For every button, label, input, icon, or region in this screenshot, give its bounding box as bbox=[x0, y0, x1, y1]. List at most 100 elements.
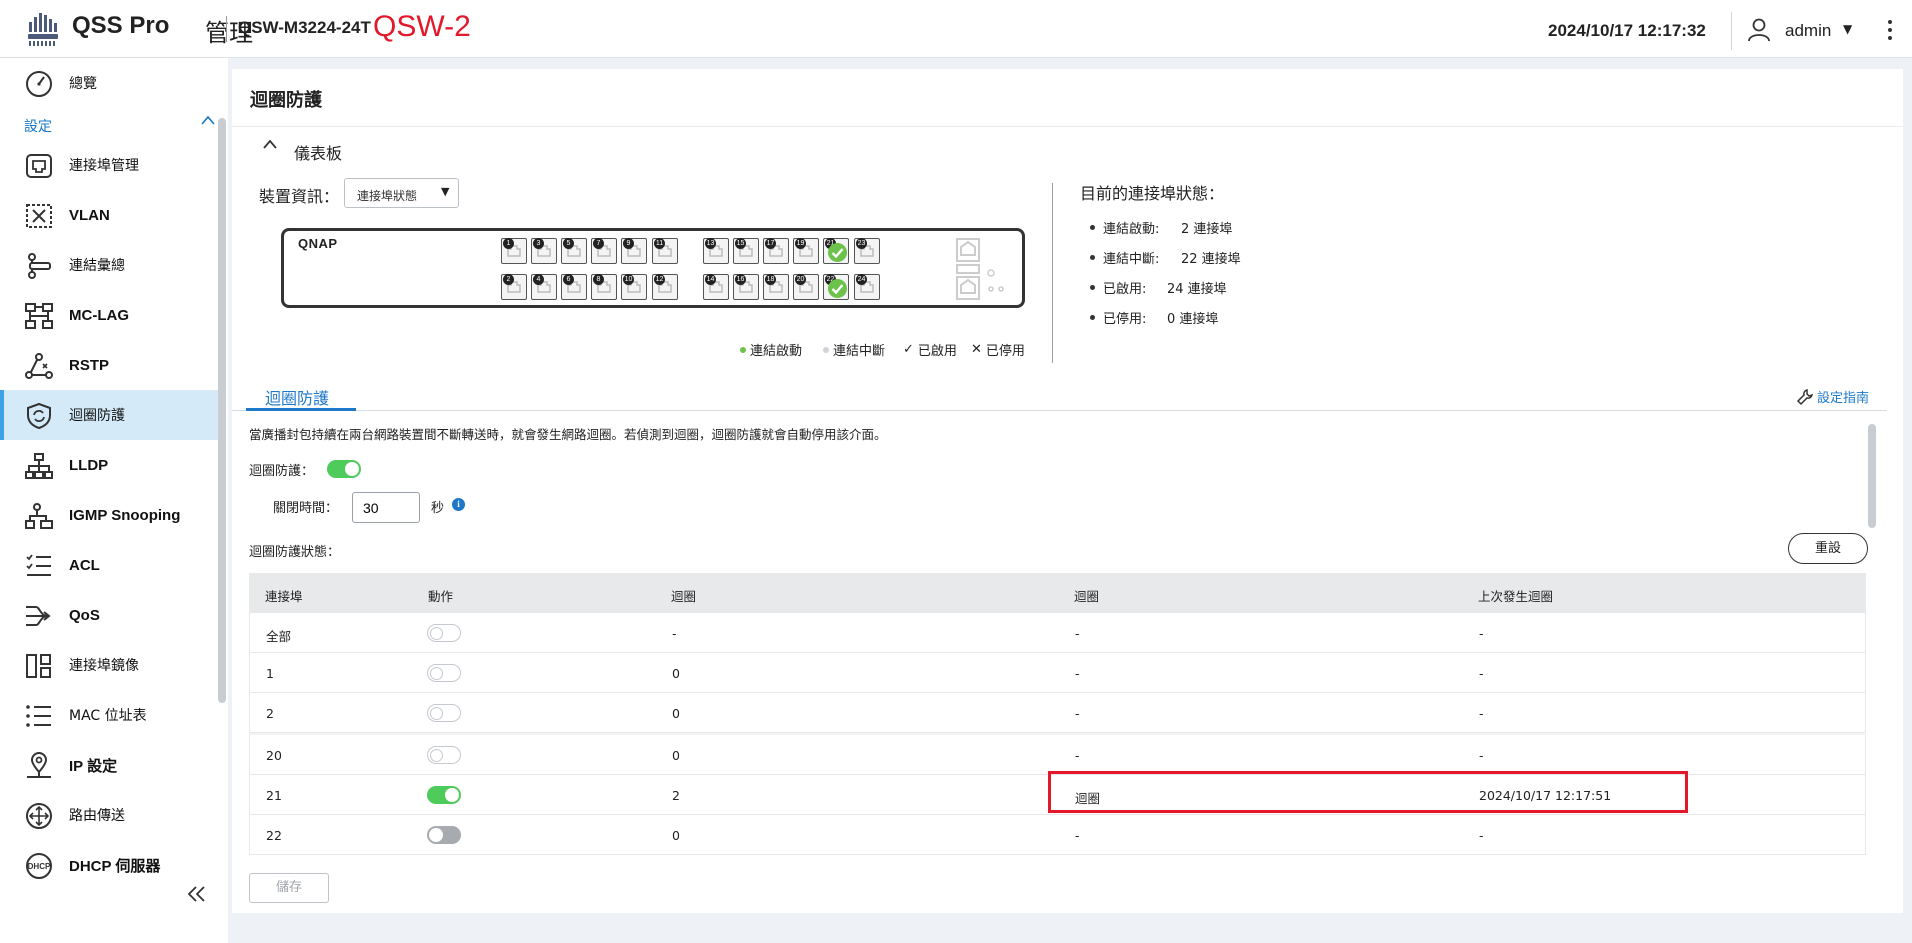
qos-icon bbox=[26, 606, 51, 626]
sidebar-item-routing[interactable]: 路由傳送 bbox=[0, 790, 218, 840]
sidebar-scrollbar[interactable] bbox=[218, 118, 226, 703]
switch-port-18[interactable]: 18 bbox=[763, 274, 789, 300]
device-info-select[interactable]: 連接埠狀態 ▼ bbox=[344, 178, 459, 208]
switch-port-15[interactable]: 15 bbox=[733, 238, 759, 264]
port-number: 24 bbox=[856, 274, 867, 285]
cell-loop: - bbox=[1075, 706, 1080, 721]
switch-port-20[interactable]: 20 bbox=[793, 274, 819, 300]
port-number: 20 bbox=[795, 274, 806, 285]
switch-port-4[interactable]: 4 bbox=[531, 274, 557, 300]
port-loop-protection-toggle[interactable] bbox=[427, 664, 461, 682]
switch-port-14[interactable]: 14 bbox=[703, 274, 729, 300]
switch-port-6[interactable]: 6 bbox=[561, 274, 587, 300]
column-header-loop: 迴圈 bbox=[1074, 589, 1100, 604]
mac-table-icon bbox=[26, 705, 51, 727]
collapse-sidebar-icon[interactable] bbox=[187, 885, 207, 903]
sidebar-section-settings[interactable]: 設定 bbox=[24, 116, 52, 136]
close-time-input[interactable] bbox=[352, 492, 420, 523]
sidebar-item-label: 連結彙總 bbox=[69, 258, 125, 274]
tab-loop-protection[interactable]: 迴圈防護 bbox=[265, 385, 329, 409]
acl-icon bbox=[26, 554, 51, 576]
port-loop-protection-toggle[interactable] bbox=[427, 624, 461, 642]
sidebar-item-link-aggregation[interactable]: 連結彙總 bbox=[0, 240, 218, 290]
loop-protection-toggle[interactable] bbox=[327, 460, 361, 478]
switch-port-8[interactable]: 8 bbox=[591, 274, 617, 300]
switch-port-7[interactable]: 7 bbox=[591, 238, 617, 264]
tab-bar bbox=[232, 410, 1887, 411]
table-row: 20 0 - - bbox=[249, 735, 1866, 775]
sidebar-item-label: 連接埠管理 bbox=[69, 158, 139, 174]
port-number: 8 bbox=[593, 274, 604, 285]
sidebar-item-mc-lag[interactable]: MC-LAG bbox=[0, 290, 218, 340]
sidebar-item-dhcp-server[interactable]: DHCP DHCP 伺服器 bbox=[0, 840, 218, 890]
switch-port-3[interactable]: 3 bbox=[531, 238, 557, 264]
content-scrollbar[interactable] bbox=[1868, 424, 1876, 528]
reset-button[interactable]: 重設 bbox=[1788, 533, 1868, 564]
status-link-down: 連結中斷: 22 連接埠 bbox=[1090, 242, 1241, 272]
cell-loop-count: 0 bbox=[672, 706, 680, 721]
sidebar-item-lldp[interactable]: LLDP bbox=[0, 440, 218, 490]
column-header-port: 連接埠 bbox=[265, 589, 303, 604]
sidebar-item-igmp-snooping[interactable]: IGMP Snooping bbox=[0, 490, 218, 540]
checkmark-icon: ✓ bbox=[903, 342, 914, 357]
sidebar-item-port-management[interactable]: 連接埠管理 bbox=[0, 140, 218, 190]
switch-port-24[interactable]: 24 bbox=[854, 274, 880, 300]
switch-port-12[interactable]: 12 bbox=[652, 274, 678, 300]
port-number: 7 bbox=[593, 238, 604, 249]
chevron-down-icon[interactable]: ▼ bbox=[1843, 22, 1852, 36]
setup-guide-link[interactable]: 設定指南 bbox=[1796, 387, 1869, 406]
cell-loop-count: 0 bbox=[672, 666, 680, 681]
switch-port-23[interactable]: 23 bbox=[854, 238, 880, 264]
port-loop-protection-toggle[interactable] bbox=[427, 704, 461, 722]
port-number: 23 bbox=[856, 238, 867, 249]
legend-disabled: ✕ 已停用 bbox=[971, 340, 1025, 359]
switch-port-19[interactable]: 19 bbox=[793, 238, 819, 264]
sidebar: 總覽 設定 連接埠管理 VLAN 連結彙總 MC-LAG RSTP 迴圈防護 L… bbox=[0, 58, 228, 943]
more-options-icon[interactable] bbox=[1887, 18, 1893, 42]
switch-port-2[interactable]: 2 bbox=[501, 274, 527, 300]
switch-port-10[interactable]: 10 bbox=[621, 274, 647, 300]
switch-port-9[interactable]: 9 bbox=[621, 238, 647, 264]
port-number: 13 bbox=[705, 238, 716, 249]
sidebar-item-label: 路由傳送 bbox=[69, 808, 125, 824]
switch-port-17[interactable]: 17 bbox=[763, 238, 789, 264]
chevron-up-icon[interactable] bbox=[262, 137, 278, 151]
switch-port-21[interactable]: 21 bbox=[823, 238, 849, 264]
sidebar-item-acl[interactable]: ACL bbox=[0, 540, 218, 590]
switch-port-5[interactable]: 5 bbox=[561, 238, 587, 264]
sidebar-item-overview[interactable]: 總覽 bbox=[0, 58, 218, 108]
legend-link-up: 連結啟動 bbox=[740, 340, 802, 359]
status-link-up: 連結啟動: 2 連接埠 bbox=[1090, 212, 1241, 242]
switch-port-16[interactable]: 16 bbox=[733, 274, 759, 300]
sidebar-item-loop-protection[interactable]: 迴圈防護 bbox=[0, 390, 218, 440]
cell-last-loop: - bbox=[1479, 626, 1484, 641]
top-bar: QSS Pro 管理 QSW-M3224-24T QSW-2 2024/10/1… bbox=[0, 0, 1912, 58]
switch-port-22[interactable]: 22 bbox=[823, 274, 849, 300]
routing-icon bbox=[26, 803, 52, 829]
port-number: 1 bbox=[503, 238, 514, 249]
sidebar-item-ip-settings[interactable]: IP 設定 bbox=[0, 740, 218, 790]
port-loop-protection-toggle[interactable] bbox=[427, 786, 461, 804]
user-menu[interactable]: admin bbox=[1785, 21, 1831, 41]
sidebar-item-vlan[interactable]: VLAN bbox=[0, 190, 218, 240]
port-status-title: 目前的連接埠狀態： bbox=[1080, 184, 1225, 203]
switch-port-13[interactable]: 13 bbox=[703, 238, 729, 264]
sidebar-item-port-mirroring[interactable]: 連接埠鏡像 bbox=[0, 640, 218, 690]
info-icon[interactable]: i bbox=[452, 498, 465, 511]
sidebar-item-mac-table[interactable]: MAC 位址表 bbox=[0, 690, 218, 740]
link-down-dot-icon bbox=[823, 346, 829, 353]
save-button[interactable]: 儲存 bbox=[249, 873, 329, 903]
switch-port-11[interactable]: 11 bbox=[652, 238, 678, 264]
user-icon[interactable] bbox=[1748, 18, 1770, 42]
port-loop-protection-toggle[interactable] bbox=[427, 746, 461, 764]
sidebar-item-rstp[interactable]: RSTP bbox=[0, 340, 218, 390]
chevron-up-icon[interactable] bbox=[200, 114, 216, 126]
port-loop-protection-toggle[interactable] bbox=[427, 826, 461, 844]
port-number: 2 bbox=[503, 274, 514, 285]
cell-loop-count: 0 bbox=[672, 828, 680, 843]
port-number: 3 bbox=[533, 238, 544, 249]
cell-port: 21 bbox=[266, 788, 282, 803]
sidebar-item-label: IP 設定 bbox=[69, 757, 118, 775]
switch-port-1[interactable]: 1 bbox=[501, 238, 527, 264]
sidebar-item-qos[interactable]: QoS bbox=[0, 590, 218, 640]
